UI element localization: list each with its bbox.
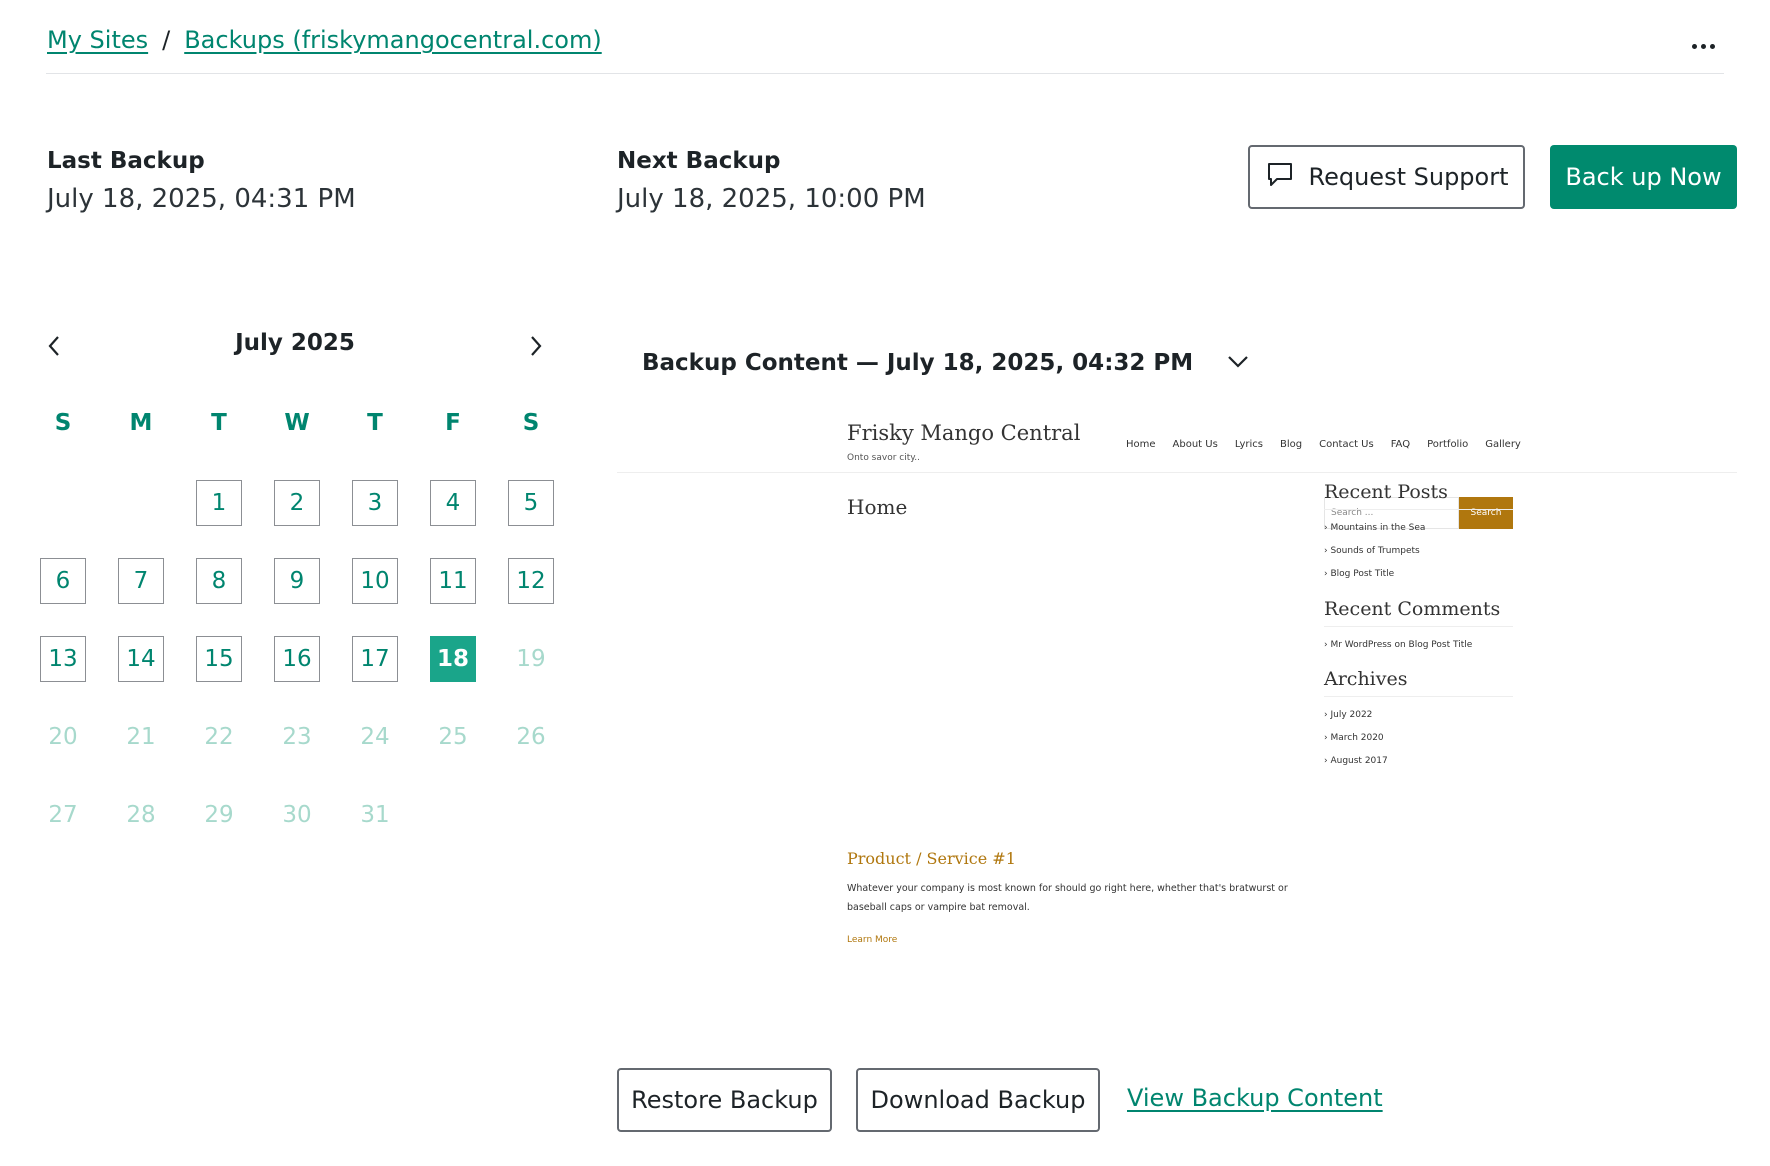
calendar-day[interactable]: 17 <box>352 636 398 682</box>
calendar-day: 31 <box>360 802 390 828</box>
preview-widget-title: Recent Comments <box>1324 598 1513 627</box>
chat-bubble-icon <box>1265 159 1295 195</box>
preview-widget-link[interactable]: › August 2017 <box>1324 756 1513 766</box>
request-support-label: Request Support <box>1308 163 1509 191</box>
calendar-day-selected[interactable]: 18 <box>430 636 476 682</box>
weekday-label: S <box>522 410 540 436</box>
view-backup-content-link[interactable]: View Backup Content <box>1127 1084 1383 1112</box>
next-backup-label: Next Backup <box>617 148 781 174</box>
calendar-day[interactable]: 6 <box>40 558 86 604</box>
preview-widget-link[interactable]: › March 2020 <box>1324 733 1513 743</box>
backup-content-title: Backup Content — July 18, 2025, 04:32 PM <box>642 350 1194 376</box>
download-backup-button[interactable]: Download Backup <box>856 1068 1100 1132</box>
preview-product-title: Product / Service #1 <box>847 849 1016 868</box>
preview-nav-item[interactable]: Contact Us <box>1319 439 1374 450</box>
calendar-day: 28 <box>126 802 156 828</box>
breadcrumb-separator: / <box>162 26 171 54</box>
weekday-label: T <box>367 410 383 436</box>
preview-widget: Recent Posts › Mountains in the Sea › Soun… <box>1324 481 1513 579</box>
preview-nav-item[interactable]: Lyrics <box>1235 439 1263 450</box>
calendar-day: 22 <box>204 724 234 750</box>
weekday-label: T <box>211 410 227 436</box>
calendar-day: 30 <box>282 802 312 828</box>
calendar-day: 19 <box>516 646 546 672</box>
calendar-day[interactable]: 16 <box>274 636 320 682</box>
more-options-button[interactable] <box>1692 34 1722 58</box>
preview-widget-link[interactable]: › Mr WordPress on Blog Post Title <box>1324 640 1513 650</box>
calendar-day[interactable]: 14 <box>118 636 164 682</box>
breadcrumb: My Sites / Backups (friskymangocentral.c… <box>47 26 602 54</box>
preview-nav-item[interactable]: Home <box>1126 439 1156 450</box>
calendar-day[interactable]: 15 <box>196 636 242 682</box>
last-backup-value: July 18, 2025, 04:31 PM <box>47 184 356 214</box>
chevron-down-icon <box>1227 354 1249 373</box>
preview-widget-link[interactable]: › July 2022 <box>1324 710 1513 720</box>
preview-nav: Home About Us Lyrics Blog Contact Us FAQ Portf… <box>1126 439 1521 450</box>
next-backup-info: Next Backup July 18, 2025, 10:00 PM <box>617 146 926 214</box>
last-backup-info: Last Backup July 18, 2025, 04:31 PM <box>47 146 356 214</box>
calendar-day[interactable]: 8 <box>196 558 242 604</box>
calendar-day: 29 <box>204 802 234 828</box>
preview-widget-title: Archives <box>1324 668 1513 697</box>
calendar-day[interactable]: 11 <box>430 558 476 604</box>
ellipsis-icon <box>1692 43 1715 49</box>
chevron-right-icon <box>531 336 542 356</box>
calendar-day[interactable]: 12 <box>508 558 554 604</box>
top-bar: My Sites / Backups (friskymangocentral.c… <box>46 24 1724 74</box>
calendar-month-title: July 2025 <box>235 330 355 356</box>
restore-backup-button[interactable]: Restore Backup <box>617 1068 832 1132</box>
calendar-day[interactable]: 2 <box>274 480 320 526</box>
preview-widget-link[interactable]: › Sounds of Trumpets <box>1324 546 1513 556</box>
preview-nav-item[interactable]: Blog <box>1280 439 1302 450</box>
site-preview: Frisky Mango Central Onto savor city.. H… <box>617 405 1737 965</box>
preview-widget: Archives › July 2022 › March 2020 › August … <box>1324 668 1513 766</box>
next-month-button[interactable] <box>522 332 550 360</box>
weekday-label: M <box>129 410 153 436</box>
calendar-day[interactable]: 7 <box>118 558 164 604</box>
calendar-day[interactable]: 13 <box>40 636 86 682</box>
preview-product-text: Whatever your company is most known for … <box>847 883 1288 913</box>
last-backup-label: Last Backup <box>47 148 205 174</box>
calendar-day: 27 <box>48 802 78 828</box>
calendar-days-grid: 1 2 3 4 5 6 7 8 9 10 11 12 13 14 15 16 17 18 19 20 21 22 23 24 2… <box>40 480 586 870</box>
preview-learn-more-link[interactable]: Learn More <box>847 935 897 945</box>
back-up-now-button[interactable]: Back up Now <box>1550 145 1737 209</box>
backup-content-toggle[interactable]: Backup Content — July 18, 2025, 04:32 PM <box>642 350 1249 376</box>
preview-header: Frisky Mango Central Onto savor city.. H… <box>617 405 1737 473</box>
preview-tagline: Onto savor city.. <box>847 453 921 463</box>
preview-nav-item[interactable]: Portfolio <box>1427 439 1468 450</box>
calendar-day[interactable]: 10 <box>352 558 398 604</box>
calendar-day: 23 <box>282 724 312 750</box>
breadcrumb-backups-link[interactable]: Backups (friskymangocentral.com) <box>184 26 602 54</box>
preview-site-name: Frisky Mango Central <box>847 421 1081 445</box>
request-support-button[interactable]: Request Support <box>1248 145 1525 209</box>
calendar-day: 20 <box>48 724 78 750</box>
breadcrumb-my-sites-link[interactable]: My Sites <box>47 26 148 54</box>
preview-widget-title: Recent Posts <box>1324 481 1513 510</box>
preview-nav-item[interactable]: Gallery <box>1485 439 1521 450</box>
weekday-label: W <box>284 410 310 436</box>
calendar-day: 24 <box>360 724 390 750</box>
preview-widget-link[interactable]: › Mountains in the Sea <box>1324 523 1513 533</box>
preview-widget-link[interactable]: › Blog Post Title <box>1324 569 1513 579</box>
next-backup-value: July 18, 2025, 10:00 PM <box>617 184 926 214</box>
calendar-day[interactable]: 3 <box>352 480 398 526</box>
weekday-label: S <box>54 410 72 436</box>
preview-page-title: Home <box>847 495 908 519</box>
calendar-day: 25 <box>438 724 468 750</box>
preview-nav-item[interactable]: FAQ <box>1391 439 1410 450</box>
preview-nav-item[interactable]: About Us <box>1173 439 1218 450</box>
calendar-day: 26 <box>516 724 546 750</box>
calendar-day[interactable]: 9 <box>274 558 320 604</box>
preview-widget: Recent Comments › Mr WordPress on Blog Po… <box>1324 598 1513 650</box>
calendar-day[interactable]: 5 <box>508 480 554 526</box>
calendar-weekdays: SMTWTFS <box>40 410 586 436</box>
calendar-header: July 2025 <box>40 326 550 366</box>
calendar-day[interactable]: 4 <box>430 480 476 526</box>
weekday-label: F <box>445 410 461 436</box>
calendar-day[interactable]: 1 <box>196 480 242 526</box>
calendar-day: 21 <box>126 724 156 750</box>
